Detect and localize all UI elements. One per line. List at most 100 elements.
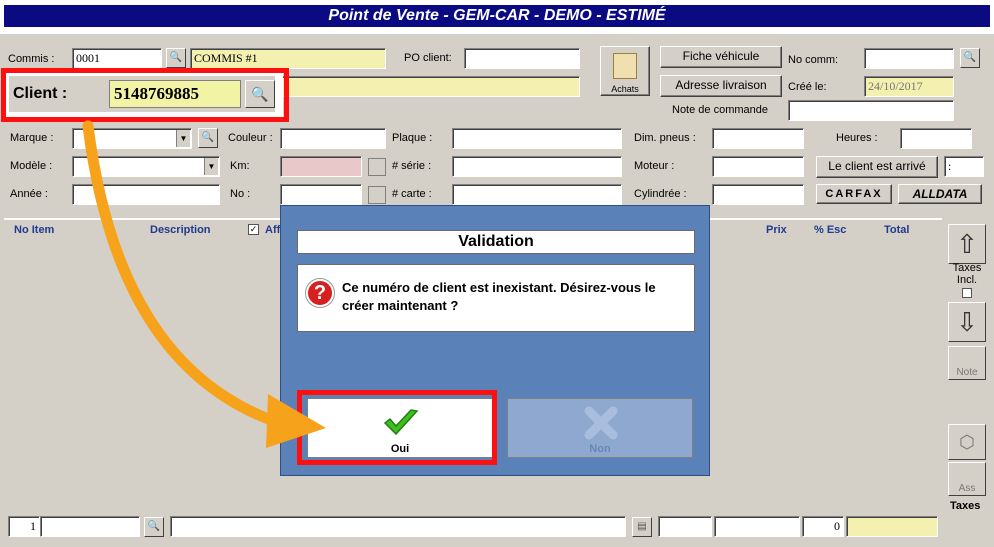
km-toggle[interactable]: [368, 158, 386, 176]
aff-checkbox[interactable]: ✓: [248, 224, 259, 235]
dialog-message: Ce numéro de client est inexistant. Dési…: [342, 280, 656, 313]
carte-label: # carte :: [392, 188, 432, 200]
dim-pneus-label: Dim. pneus :: [634, 132, 696, 144]
client-arrive-field: :: [944, 156, 984, 177]
modele-combo[interactable]: ▼: [72, 156, 220, 177]
serie-label: # série :: [392, 160, 432, 172]
client-field[interactable]: 5148769885: [109, 80, 241, 108]
yes-label: Oui: [390, 443, 410, 455]
x-icon: [584, 406, 618, 440]
hex-button[interactable]: ⬡: [948, 424, 986, 460]
dialog-title: Validation: [297, 230, 695, 254]
move-down-button[interactable]: ⇩: [948, 302, 986, 342]
chevron-down-icon[interactable]: ▼: [204, 158, 218, 175]
col-total[interactable]: Total: [884, 224, 909, 236]
nocomm-label: No comm:: [788, 54, 839, 66]
modele-label: Modèle :: [10, 160, 53, 172]
carfax-label: CARFAX: [825, 188, 883, 200]
col-description[interactable]: Description: [150, 224, 211, 236]
km-label: Km:: [230, 160, 250, 172]
col-no-item[interactable]: No Item: [14, 224, 54, 236]
adresse-livraison-button[interactable]: Adresse livraison: [660, 75, 782, 97]
commis-code-field[interactable]: 0001: [72, 48, 162, 69]
marque-label: Marque :: [10, 132, 54, 144]
note-commande-label: Note de commande: [672, 104, 768, 116]
annee-label: Année :: [10, 188, 48, 200]
no-field[interactable]: [280, 184, 362, 205]
status-field-4: [658, 516, 712, 537]
status-field-5: [714, 516, 800, 537]
taxes-incl-label: Taxes Incl.: [952, 262, 982, 286]
note-button[interactable]: Note: [948, 346, 986, 380]
hexagon-icon: ⬡: [959, 432, 975, 452]
couleur-label: Couleur :: [228, 132, 273, 144]
total-count-field: 0: [802, 516, 844, 537]
plaque-label: Plaque :: [392, 132, 433, 144]
carte-field[interactable]: [452, 184, 622, 205]
po-field[interactable]: [464, 48, 580, 69]
commis-label: Commis :: [8, 53, 55, 65]
marque-combo[interactable]: ▼: [72, 128, 192, 149]
serie-field[interactable]: [452, 156, 622, 177]
window-title: Point de Vente - GEM-CAR - DEMO - ESTIMÉ: [4, 5, 990, 27]
no-toggle[interactable]: [368, 186, 386, 204]
note-commande-field[interactable]: [788, 100, 954, 121]
client-label: Client :: [13, 85, 68, 102]
col-esc[interactable]: % Esc: [814, 224, 846, 236]
nocomm-field[interactable]: [864, 48, 954, 69]
fiche-vehicule-button[interactable]: Fiche véhicule: [660, 46, 782, 68]
status-lookup-button[interactable]: 🔍: [144, 517, 164, 537]
yes-button[interactable]: Oui: [307, 398, 493, 458]
moteur-label: Moteur :: [634, 160, 675, 172]
status-tool-button[interactable]: ▤: [632, 517, 652, 537]
commis-lookup-button[interactable]: 🔍: [166, 48, 186, 68]
commis-name-field: COMMIS #1: [190, 48, 386, 69]
status-field-2: [40, 516, 140, 537]
ass-button[interactable]: Ass: [948, 462, 986, 496]
col-aff: Aff: [265, 224, 281, 236]
taxes-incl-checkbox[interactable]: [962, 288, 972, 298]
cree-field: 24/10/2017: [864, 76, 954, 97]
taxes-label: Taxes: [950, 500, 981, 512]
achats-button[interactable]: Achats: [600, 46, 650, 96]
client-lookup-button[interactable]: 🔍: [245, 80, 275, 108]
marque-lookup-button[interactable]: 🔍: [198, 128, 218, 148]
col-prix[interactable]: Prix: [766, 224, 787, 236]
alldata-label: ALLDATA: [912, 187, 968, 201]
achats-label: Achats: [611, 84, 639, 94]
cree-label: Créé le:: [788, 81, 827, 93]
alldata-button[interactable]: ALLDATA: [898, 184, 982, 204]
move-up-button[interactable]: ⇧: [948, 224, 986, 264]
achats-icon: [613, 53, 637, 79]
heures-field[interactable]: [900, 128, 972, 149]
status-bar: 1 🔍 ▤ 0: [0, 512, 994, 547]
total-amount-field: [846, 516, 938, 537]
client-arrive-button[interactable]: Le client est arrivé: [816, 156, 938, 178]
validation-dialog: Validation ? Ce numéro de client est ine…: [280, 205, 710, 476]
plaque-field[interactable]: [452, 128, 622, 149]
ass-label: Ass: [958, 483, 976, 494]
km-field[interactable]: [280, 156, 362, 177]
question-icon: ?: [306, 279, 334, 307]
dialog-message-box: ? Ce numéro de client est inexistant. Dé…: [297, 264, 695, 332]
checkmark-icon: [383, 409, 419, 436]
binoculars-icon: 🔍: [251, 86, 269, 102]
client-group: Client : 5148769885 🔍: [9, 76, 275, 112]
note-label: Note: [956, 367, 978, 378]
cylindree-field[interactable]: [712, 184, 804, 205]
arrow-up-icon: ⇧: [956, 229, 978, 259]
moteur-field[interactable]: [712, 156, 804, 177]
client-field-callout: Client : 5148769885 🔍: [5, 72, 283, 118]
annee-field[interactable]: [72, 184, 220, 205]
heures-label: Heures :: [836, 132, 878, 144]
chevron-down-icon[interactable]: ▼: [176, 130, 190, 147]
line-count-field: 1: [8, 516, 40, 537]
nocomm-lookup-button[interactable]: 🔍: [960, 48, 980, 68]
cylindree-label: Cylindrée :: [634, 188, 687, 200]
couleur-field[interactable]: [280, 128, 386, 149]
carfax-button[interactable]: CARFAX: [816, 184, 892, 204]
title-bar: Point de Vente - GEM-CAR - DEMO - ESTIMÉ: [0, 0, 994, 34]
dim-pneus-field[interactable]: [712, 128, 804, 149]
no-button[interactable]: Non: [507, 398, 693, 458]
po-label: PO client:: [404, 52, 452, 64]
